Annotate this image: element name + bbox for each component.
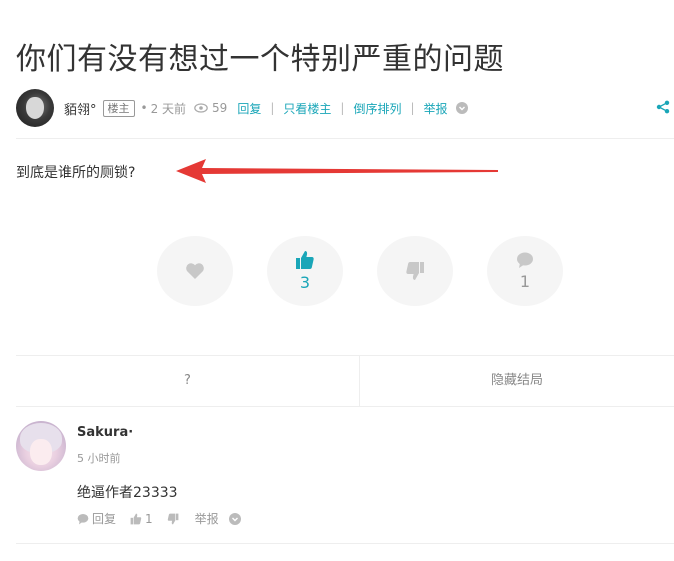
post-meta: 貊翎° 楼主 • 2 天前 59 回复 | 只看楼主 | 倒序排列 | 举报 — [16, 88, 674, 128]
comment-text: 绝逼作者23333 — [77, 485, 178, 501]
view-count-value: 59 — [212, 101, 228, 115]
tab-question[interactable]: ? — [16, 356, 359, 406]
report-link[interactable]: 举报 — [424, 100, 448, 117]
share-icon[interactable] — [656, 100, 670, 114]
post-title: 你们有没有想过一个特别严重的问题 — [16, 42, 504, 77]
reverse-order-link[interactable]: 倒序排列 — [353, 100, 401, 117]
comment-time: 5 小时前 — [77, 452, 121, 465]
op-badge: 楼主 — [102, 99, 135, 117]
comment-report-link[interactable]: 举报 — [195, 510, 219, 527]
separator: | — [340, 101, 345, 115]
thumbs-up-icon — [130, 513, 142, 524]
separator: | — [410, 101, 415, 115]
thumbs-down-icon — [406, 262, 424, 280]
divider — [16, 406, 674, 407]
comment-count: 1 — [519, 272, 531, 291]
meta-dot: • — [140, 101, 148, 115]
favorite-button[interactable] — [157, 236, 233, 306]
comment-dislike-button[interactable] — [167, 513, 179, 525]
like-count: 3 — [299, 273, 311, 292]
chevron-down-icon[interactable] — [228, 512, 241, 525]
divider — [16, 138, 674, 139]
commenter-avatar[interactable] — [16, 421, 66, 471]
only-op-link[interactable]: 只看楼主 — [283, 100, 331, 117]
post-time: 2 天前 — [150, 101, 187, 116]
comment-actions: 回复 1 举报 — [77, 510, 241, 527]
comment-like-count: 1 — [145, 511, 153, 526]
commenter-name[interactable]: Sakura· — [77, 425, 133, 440]
tab-hidden-ending[interactable]: 隐藏结局 — [360, 356, 674, 406]
heart-icon — [186, 263, 204, 279]
thumbs-up-icon — [296, 251, 314, 269]
separator: | — [270, 101, 275, 115]
comment-like-button[interactable]: 1 — [130, 512, 153, 526]
author-avatar[interactable] — [16, 89, 54, 127]
annotation-arrow — [176, 159, 498, 183]
comment-reply-button[interactable]: 回复 — [77, 510, 116, 527]
reply-link[interactable]: 回复 — [237, 100, 261, 117]
comment-button[interactable]: 1 — [487, 236, 563, 306]
author-name[interactable]: 貊翎° — [64, 99, 97, 118]
dislike-button[interactable] — [377, 236, 453, 306]
eye-icon — [194, 103, 208, 113]
post-content: 到底是谁所的厕锁? — [16, 165, 136, 181]
like-button[interactable]: 3 — [267, 236, 343, 306]
comment-icon — [517, 252, 533, 268]
chevron-down-icon[interactable] — [455, 102, 468, 114]
comment-reply-label: 回复 — [92, 512, 117, 526]
thumbs-down-icon — [167, 513, 179, 524]
comment-icon — [77, 513, 89, 524]
view-count: 59 — [194, 101, 227, 115]
divider — [16, 543, 674, 544]
